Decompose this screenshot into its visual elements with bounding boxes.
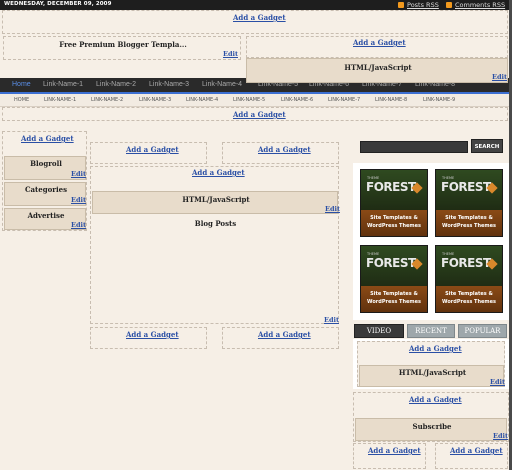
search-button[interactable]: SEARCH — [471, 139, 503, 153]
left-sidebar: Add a Gadget Blogroll Edit Categories Ed… — [2, 131, 87, 231]
subnav-item-link-7[interactable]: LINK-NAME-7 — [328, 97, 360, 103]
subnav-item-link-6[interactable]: LINK-NAME-6 — [281, 97, 313, 103]
main-top-left-gadget-area: Add a Gadget — [90, 142, 207, 164]
html-widget-main: HTML/JavaScript Edit — [92, 191, 340, 214]
nav-item-link-2[interactable]: Link-Name-2 — [96, 81, 136, 88]
html-widget-sidebar: HTML/JavaScript Edit — [359, 365, 505, 387]
ad-banner[interactable]: THEME FOREST Site Templates & WordPress … — [435, 245, 503, 313]
ad-block: THEME FOREST Site Templates & WordPress … — [353, 163, 509, 320]
add-gadget-link[interactable]: Add a Gadget — [258, 145, 311, 154]
main-bottom-right-gadget-area: Add a Gadget — [222, 327, 339, 349]
subscribe-widget: Subscribe Edit — [355, 418, 508, 441]
tab-recent[interactable]: RECENT — [407, 324, 455, 338]
html-widget-header: HTML/JavaScript Edit — [246, 58, 508, 83]
tab-popular[interactable]: POPULAR — [458, 324, 507, 338]
add-gadget-link[interactable]: Add a Gadget — [192, 168, 245, 177]
subnav-item-link-3[interactable]: LINK-NAME-3 — [139, 97, 171, 103]
header-top-gadget-area: Add a Gadget — [2, 10, 508, 34]
title-widget: Free Premium Blogger Templa... Edit — [3, 36, 241, 60]
main-top-right-gadget-area: Add a Gadget — [222, 142, 339, 164]
right-bottom-left-gadget-area: Add a Gadget — [353, 443, 426, 469]
secondary-nav: HOME LINK-NAME-1 LINK-NAME-2 LINK-NAME-3… — [0, 94, 512, 107]
add-gadget-link[interactable]: Add a Gadget — [21, 134, 74, 143]
search-input[interactable] — [360, 141, 468, 153]
add-gadget-link[interactable]: Add a Gadget — [450, 446, 503, 455]
nav-item-link-3[interactable]: Link-Name-3 — [149, 81, 189, 88]
edit-link[interactable]: Edit — [223, 50, 238, 58]
ad-banner[interactable]: THEME FOREST Site Templates & WordPress … — [435, 169, 503, 237]
add-gadget-link[interactable]: Add a Gadget — [409, 344, 462, 353]
advertise-widget: Advertise Edit — [4, 208, 86, 230]
tab-gadget-area: Add a Gadget HTML/JavaScript Edit — [357, 341, 505, 387]
add-gadget-link[interactable]: Add a Gadget — [233, 13, 286, 22]
widget-title: Advertise — [27, 211, 65, 220]
nav-item-link-1[interactable]: Link-Name-1 — [43, 81, 83, 88]
edit-link[interactable]: Edit — [71, 170, 86, 178]
edit-link[interactable]: Edit — [490, 378, 505, 386]
subnav-item-home[interactable]: HOME — [14, 97, 29, 103]
add-gadget-link[interactable]: Add a Gadget — [258, 330, 311, 339]
subnav-item-link-4[interactable]: LINK-NAME-4 — [186, 97, 218, 103]
widget-title: HTML/JavaScript — [344, 63, 412, 72]
add-gadget-link[interactable]: Add a Gadget — [126, 145, 179, 154]
add-gadget-link[interactable]: Add a Gadget — [126, 330, 179, 339]
add-gadget-link[interactable]: Add a Gadget — [409, 395, 462, 404]
below-nav-gadget-area: Add a Gadget — [2, 107, 508, 121]
widget-title: HTML/JavaScript — [182, 195, 250, 204]
widget-title: Subscribe — [412, 422, 452, 431]
subnav-item-link-9[interactable]: LINK-NAME-9 — [423, 97, 455, 103]
rss-icon — [398, 2, 404, 8]
edit-link[interactable]: Edit — [71, 221, 86, 229]
edit-link[interactable]: Edit — [492, 73, 507, 81]
nav-item-link-4[interactable]: Link-Name-4 — [202, 81, 242, 88]
subnav-item-link-2[interactable]: LINK-NAME-2 — [91, 97, 123, 103]
ad-banner[interactable]: THEME FOREST Site Templates & WordPress … — [360, 169, 428, 237]
subnav-item-link-8[interactable]: LINK-NAME-8 — [375, 97, 407, 103]
rss-icon — [446, 2, 452, 8]
nav-item-home[interactable]: Home — [12, 81, 31, 88]
widget-title: Blogroll — [30, 159, 62, 168]
widget-title: Categories — [24, 185, 68, 194]
blogroll-widget: Blogroll Edit — [4, 156, 86, 180]
header-right-gadget-area: Add a Gadget — [246, 36, 508, 58]
main-content-area: Add a Gadget HTML/JavaScript Edit Blog P… — [90, 166, 340, 324]
top-bar: WEDNESDAY, DECEMBER 09, 2009 Posts RSS C… — [0, 0, 512, 10]
right-sidebar-gadget-area: Add a Gadget Subscribe Edit — [353, 392, 509, 442]
blog-posts-title: Blog Posts — [194, 219, 237, 228]
date-label: WEDNESDAY, DECEMBER 09, 2009 — [4, 1, 112, 7]
subnav-item-link-5[interactable]: LINK-NAME-5 — [233, 97, 265, 103]
categories-widget: Categories Edit — [4, 182, 86, 206]
edit-link[interactable]: Edit — [325, 205, 340, 213]
edit-link[interactable]: Edit — [71, 196, 86, 204]
tab-video[interactable]: VIDEO — [354, 324, 404, 338]
edit-link[interactable]: Edit — [324, 316, 339, 324]
comments-rss-link[interactable]: Comments RSS — [455, 1, 505, 9]
add-gadget-link[interactable]: Add a Gadget — [353, 38, 406, 47]
subnav-item-link-1[interactable]: LINK-NAME-1 — [44, 97, 76, 103]
blog-title: Free Premium Blogger Templa... — [59, 40, 187, 49]
tab-content: Add a Gadget HTML/JavaScript Edit — [353, 339, 509, 389]
edit-link[interactable]: Edit — [493, 432, 508, 440]
add-gadget-link[interactable]: Add a Gadget — [233, 110, 286, 119]
right-bottom-right-gadget-area: Add a Gadget — [435, 443, 508, 469]
ad-banner[interactable]: THEME FOREST Site Templates & WordPress … — [360, 245, 428, 313]
posts-rss-link[interactable]: Posts RSS — [407, 1, 439, 9]
widget-title: HTML/JavaScript — [398, 368, 467, 377]
add-gadget-link[interactable]: Add a Gadget — [368, 446, 421, 455]
main-bottom-left-gadget-area: Add a Gadget — [90, 327, 207, 349]
